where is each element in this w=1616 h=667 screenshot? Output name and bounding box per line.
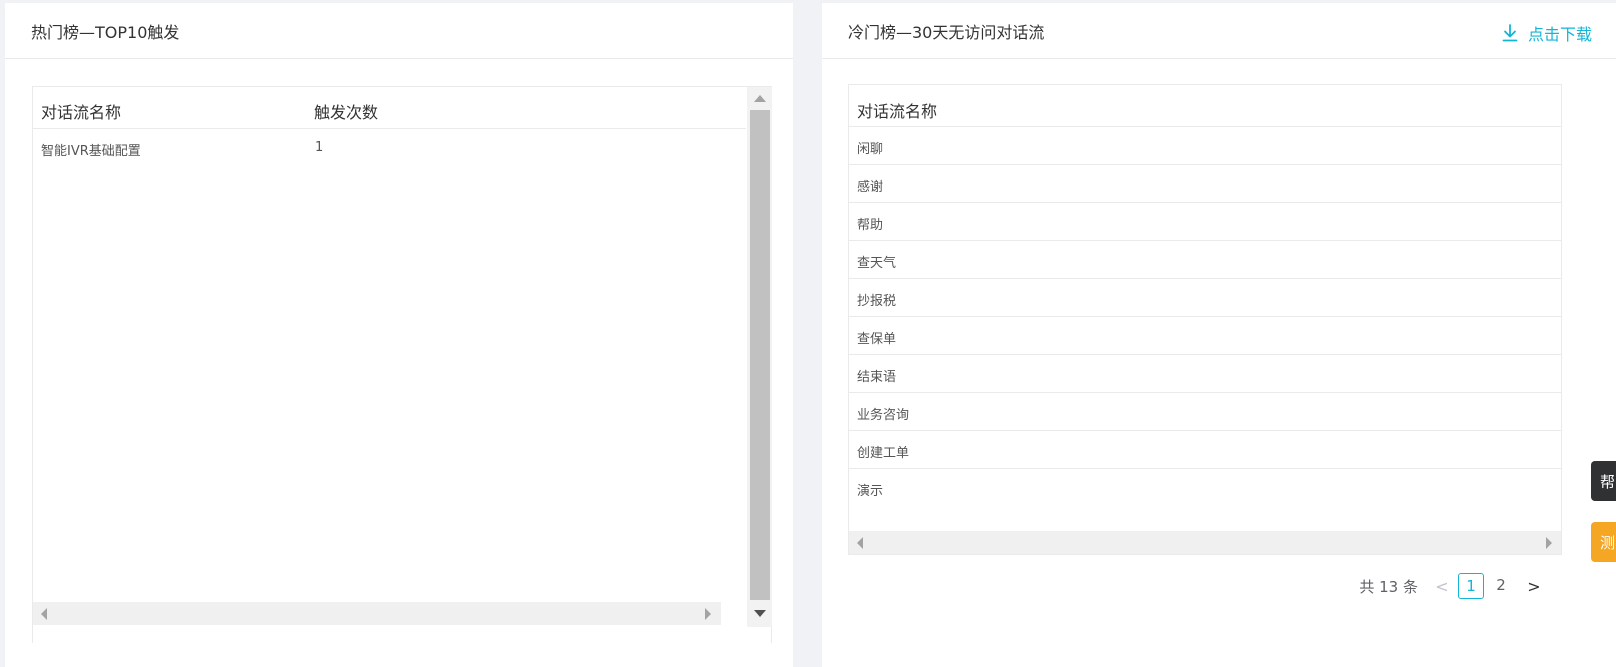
table-row[interactable]: 智能IVR基础配置 1	[33, 129, 746, 167]
trigger-count-cell: 1	[315, 140, 324, 155]
pagination: 共 13 条 < 1 2 >	[1359, 573, 1542, 599]
table-row[interactable]: 结束语	[849, 355, 1561, 393]
prev-page-chevron-icon[interactable]: <	[1434, 577, 1450, 596]
scroll-left-arrow-icon[interactable]	[41, 608, 47, 620]
scroll-down-arrow-icon[interactable]	[754, 610, 766, 617]
test-side-tab[interactable]: 测	[1591, 522, 1616, 562]
table-row[interactable]: 业务咨询	[849, 393, 1561, 431]
cold-ranking-table: 对话流名称 闲聊 感谢 帮助 查天气 抄报税 查保单 结束语 业务咨询 创建工单…	[848, 84, 1562, 555]
column-header-trigger-count: 触发次数	[314, 103, 379, 122]
pagination-total: 共 13 条	[1359, 577, 1418, 596]
table-row[interactable]: 创建工单	[849, 431, 1561, 469]
scroll-left-arrow-icon[interactable]	[857, 537, 863, 549]
table-row[interactable]: 查天气	[849, 241, 1561, 279]
horizontal-scrollbar[interactable]	[33, 602, 721, 625]
hot-ranking-panel: 热门榜—TOP10触发 对话流名称 触发次数 智能IVR基础配置 1	[5, 3, 793, 667]
page-button-1[interactable]: 1	[1458, 573, 1484, 599]
download-label: 点击下载	[1527, 25, 1592, 44]
next-page-chevron-icon[interactable]: >	[1526, 577, 1542, 596]
table-row[interactable]: 帮助	[849, 203, 1561, 241]
table-header: 对话流名称	[849, 85, 1561, 127]
hot-ranking-table: 对话流名称 触发次数 智能IVR基础配置 1	[32, 86, 772, 643]
vertical-scrollbar[interactable]	[747, 87, 772, 627]
table-row[interactable]: 查保单	[849, 317, 1561, 355]
table-row[interactable]: 闲聊	[849, 127, 1561, 165]
download-button[interactable]: 点击下载	[1502, 21, 1592, 45]
hot-ranking-title: 热门榜—TOP10触发	[31, 22, 180, 42]
page-button-2[interactable]: 2	[1488, 573, 1514, 599]
hot-ranking-header: 热门榜—TOP10触发	[5, 3, 793, 59]
table-row[interactable]: 感谢	[849, 165, 1561, 203]
cold-ranking-title: 冷门榜—30天无访问对话流	[848, 22, 1045, 42]
download-icon	[1502, 24, 1518, 42]
scrollbar-thumb[interactable]	[750, 110, 770, 600]
column-header-flow-name: 对话流名称	[857, 102, 938, 121]
column-header-flow-name: 对话流名称	[41, 103, 122, 122]
horizontal-scrollbar[interactable]	[849, 531, 1561, 554]
scroll-right-arrow-icon[interactable]	[1546, 537, 1552, 549]
table-row[interactable]: 演示	[849, 469, 1561, 507]
table-row[interactable]: 抄报税	[849, 279, 1561, 317]
table-body: 闲聊 感谢 帮助 查天气 抄报税 查保单 结束语 业务咨询 创建工单 演示	[849, 127, 1561, 507]
cold-ranking-panel: 冷门榜—30天无访问对话流 点击下载 对话流名称 闲聊 感谢 帮助 查天气 抄报…	[822, 3, 1616, 667]
help-side-tab[interactable]: 帮	[1591, 461, 1616, 501]
scroll-up-arrow-icon[interactable]	[754, 95, 766, 102]
table-header: 对话流名称 触发次数	[33, 87, 746, 129]
scroll-right-arrow-icon[interactable]	[705, 608, 711, 620]
flow-name-cell: 智能IVR基础配置	[41, 144, 141, 159]
cold-ranking-header: 冷门榜—30天无访问对话流 点击下载	[822, 3, 1616, 59]
